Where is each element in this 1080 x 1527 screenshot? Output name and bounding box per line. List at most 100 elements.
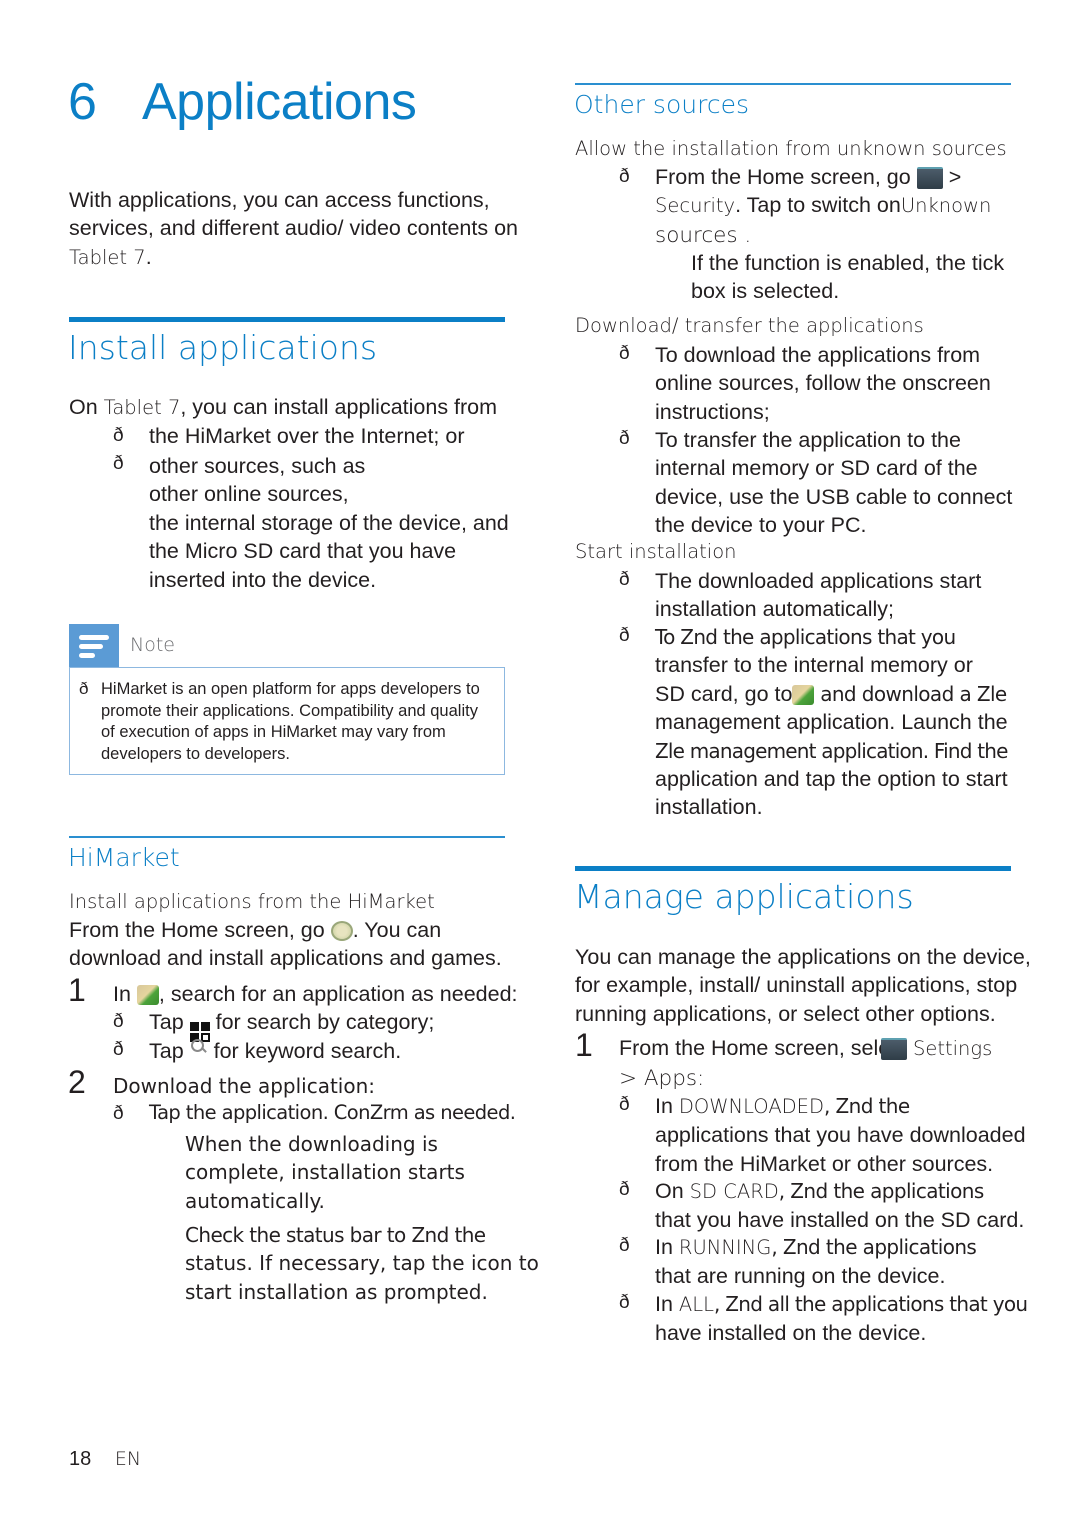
bullet-icon: ð	[619, 428, 630, 449]
bullet-text: for search by category;	[209, 1010, 435, 1034]
bullet-line: device, use the USB cable to connect	[655, 484, 1013, 509]
bullet-text: , Znd the applications	[778, 1179, 984, 1203]
step-text-part: From the Home screen, select	[619, 1036, 907, 1060]
step-number: 1	[575, 1027, 593, 1063]
intro-line: With applications, you can access functi…	[69, 188, 490, 212]
subheading: Download/ transfer the applications	[575, 314, 924, 337]
manage-bullet: In DOWNLOADED, Znd the applications that…	[655, 1092, 1026, 1178]
bullet-line: the internal storage of the device, and	[149, 510, 509, 535]
manage-bullet: On SD CARD, Znd the applications that yo…	[655, 1177, 1024, 1235]
bullet-line: installation automatically;	[655, 597, 895, 622]
intro-paragraph: With applications, you can access functi…	[69, 186, 518, 272]
language-code: EN	[114, 1448, 142, 1470]
manage-bullet: In ALL, Znd all the applications that yo…	[655, 1290, 1028, 1348]
subheading: Allow the installation from unknown sour…	[575, 137, 1007, 160]
step-number: 1	[68, 972, 86, 1008]
option-unknown-sources: Unknown	[900, 194, 992, 217]
section-rule	[575, 866, 1011, 871]
lead-text: On	[69, 395, 98, 419]
option-unknown-sources: sources .	[655, 223, 752, 248]
bullet-text: SD card, go to	[655, 681, 793, 706]
result-line: complete, installation starts	[185, 1160, 465, 1185]
bullet-line: that you have installed on the SD card.	[655, 1208, 1025, 1233]
tab-all: ALL	[678, 1293, 714, 1316]
bullet-line: To download the applications from	[655, 343, 981, 367]
bullet-line: SD card, go to and download a Zle	[655, 680, 1008, 708]
bullet-icon: ð	[113, 1103, 124, 1124]
note-line: promote their applications. Compatibilit…	[101, 701, 478, 720]
section-heading-manage: Manage applications	[574, 877, 914, 916]
bullet-text: In	[655, 1292, 679, 1316]
step-number: 2	[68, 1064, 86, 1100]
bullet-text: In	[655, 1235, 679, 1259]
bullet-line: The downloaded applications start	[655, 569, 982, 593]
bullet-line: the Micro SD card that you have	[149, 539, 457, 564]
intro-line: Tablet 7.	[69, 243, 518, 272]
device-name: Tablet 7	[69, 245, 146, 269]
bullet-line: instructions;	[655, 399, 770, 424]
settings-icon	[880, 1038, 907, 1061]
note-line: developers to developers.	[101, 745, 290, 764]
chapter-name: Applications	[142, 73, 417, 131]
manage-bullet: In RUNNING, Znd the applications that ar…	[655, 1233, 977, 1291]
bullet-line: have installed on the device.	[655, 1321, 927, 1346]
step-bullet: From the Home screen, go >	[655, 165, 961, 190]
device-name: Tablet 7	[103, 396, 181, 419]
bullet-icon: ð	[619, 166, 630, 187]
bullet-text: From the Home screen, go	[655, 165, 911, 189]
himarket-intro: download and install applications and ga…	[69, 946, 502, 970]
step-result: When the downloading is complete, instal…	[185, 1130, 465, 1215]
menu-item-settings: Settings	[912, 1037, 993, 1060]
step-bullet: To Znd the applications that you transfe…	[655, 623, 1008, 822]
step-result: If the function is enabled, the tick box…	[691, 249, 1004, 306]
bullet-text: and download a Zle	[814, 681, 1007, 706]
note-label: Note	[130, 634, 175, 656]
chapter-title: 6 Applications	[68, 72, 417, 132]
step-bullet: Security. Tap to switch onUnknown	[655, 193, 991, 218]
bullet-line: transfer to the internal memory or	[655, 653, 973, 678]
bullet-icon: ð	[619, 569, 630, 590]
section-heading-install: Install applications	[68, 328, 378, 367]
menu-item-security: Security	[655, 194, 736, 217]
note-line: of execution of apps in HiMarket may var…	[101, 723, 446, 742]
tab-downloaded: DOWNLOADED	[678, 1095, 825, 1118]
result-line: start installation as prompted.	[185, 1279, 488, 1304]
section-heading-himarket: HiMarket	[68, 843, 180, 872]
bullet-text: , Znd the applications	[771, 1235, 977, 1259]
result-line: If the function is enabled, the tick	[691, 251, 1005, 275]
section-rule	[69, 317, 505, 322]
page-number: 18	[69, 1448, 92, 1470]
bullet-line: other sources, such as	[149, 454, 366, 478]
intro-line: running applications, or select other op…	[575, 1001, 996, 1026]
step-bullet: To transfer the application to the inter…	[655, 426, 1012, 540]
intro-line: for example, install/ uninstall applicat…	[575, 973, 1018, 998]
bullet-line: application and tap the option to start	[655, 767, 1008, 792]
step-bullet: Tap for keyword search.	[149, 1038, 401, 1064]
tab-running: RUNNING	[678, 1236, 772, 1259]
subheading: Install applications from the HiMarket	[69, 890, 435, 913]
bullet-line: applications that you have downloaded	[655, 1123, 1026, 1148]
bullet-icon: ð	[113, 1011, 124, 1032]
himarket-store-icon	[136, 985, 159, 1006]
bullet-text: On	[655, 1179, 690, 1203]
step-text: Download the application:	[113, 1074, 376, 1098]
step-text: From the Home screen, select Settings	[619, 1036, 992, 1061]
himarket-app-icon	[330, 921, 353, 942]
bullet-text: , Znd the	[824, 1094, 910, 1118]
step-bullet: Tap the application. ConZrm as needed.	[149, 1101, 516, 1124]
step-text-part: , search for an application as needed:	[158, 982, 518, 1006]
bullet-text: >	[948, 165, 962, 189]
bullet-line: Zle management application. Find the	[655, 738, 1008, 763]
section-rule	[575, 83, 1011, 85]
bullet-icon: ð	[113, 1039, 124, 1060]
install-bullet: other sources, such as other online sour…	[149, 452, 509, 594]
bullet-icon: ð	[619, 1292, 630, 1313]
punctuation: .	[145, 244, 152, 269]
result-line: Check the status bar to Znd the	[185, 1223, 486, 1247]
bullet-line: online sources, follow the onscreen	[655, 371, 991, 396]
bullet-icon: ð	[619, 625, 630, 646]
bullet-icon: ð	[619, 1094, 630, 1115]
install-lead: On Tablet 7, you can install application…	[69, 395, 497, 420]
bullet-line: To Znd the applications that you	[655, 625, 956, 649]
bullet-text: Tap	[149, 1010, 184, 1034]
